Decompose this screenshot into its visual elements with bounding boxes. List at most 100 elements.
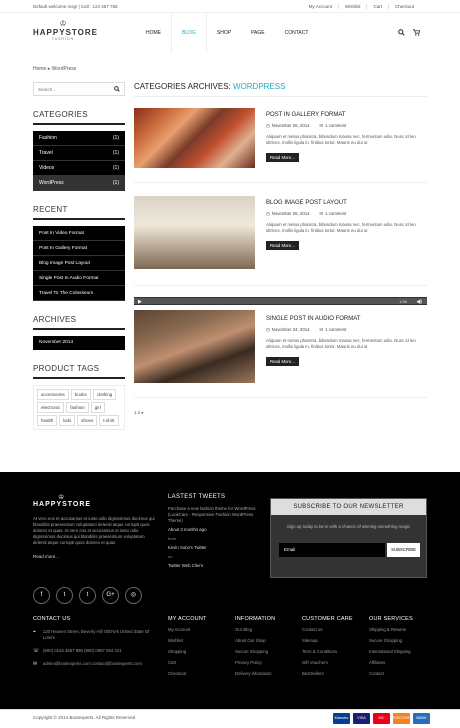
cart-link[interactable]: Cart <box>366 4 388 9</box>
read-more-button[interactable]: Read More... <box>266 153 299 162</box>
footer-link[interactable]: Cart <box>168 660 207 666</box>
tweet-client[interactable]: Twitter Web Client <box>168 563 260 569</box>
tag[interactable]: books <box>70 389 91 400</box>
discover-icon: DISCOVER <box>393 713 413 724</box>
search-icon[interactable] <box>114 86 120 94</box>
newsletter-subtitle: Sign up today to be in with a chance of … <box>286 524 411 529</box>
post-comments[interactable]: ✉ 1 comment <box>320 123 347 129</box>
my-account-link[interactable]: My Account <box>303 4 338 9</box>
footer-read-more[interactable]: Read more... <box>33 554 59 559</box>
footer-link[interactable]: Shopping <box>168 649 207 655</box>
dribbble-icon[interactable]: ◎ <box>125 587 142 604</box>
site-logo[interactable]: ♔ HAPPYSTORE FASHION <box>33 20 97 46</box>
footer-link[interactable]: My Account <box>168 627 207 633</box>
wishlist-link[interactable]: Wishlist <box>337 4 367 9</box>
footer-link[interactable]: Contact us <box>302 627 353 633</box>
checkout-link[interactable]: Checkout <box>387 4 420 9</box>
footer-link[interactable]: Secure Shopping <box>369 638 413 644</box>
nav-contact[interactable]: CONTACT <box>275 13 319 53</box>
category-item-videos[interactable]: Videos (1) <box>33 161 125 176</box>
post-meta: ◷ November 24, 2014 ✉ 1 comment <box>266 327 427 333</box>
email-input[interactable]: Email <box>279 543 386 557</box>
tweet-author[interactable]: Kevin Sobo's Twitter <box>168 545 260 551</box>
audio-player[interactable]: ▶ 1:56 ◀) <box>134 297 427 305</box>
play-icon[interactable]: ▶ <box>138 299 142 305</box>
footer-link[interactable]: Checkout <box>168 671 207 677</box>
recent-item[interactable]: Blog Image Post Layout <box>33 256 125 271</box>
tag[interactable]: health <box>37 415 58 426</box>
tag[interactable]: t-shirt <box>99 415 119 426</box>
post-image[interactable] <box>134 310 255 383</box>
post-title[interactable]: POST IN GALLERY FORMAT <box>266 112 427 118</box>
footer-link[interactable]: Shipping & Returns <box>369 627 413 633</box>
archives-title: ARCHIVES <box>33 315 125 330</box>
tag[interactable]: shoes <box>77 415 98 426</box>
footer-link[interactable]: Privacy Policy <box>235 660 275 666</box>
tweet-text: Purchase a new fashion theme for WordPre… <box>168 506 256 523</box>
tweet-when[interactable]: About 3 months ago <box>168 527 260 533</box>
search-icon[interactable] <box>398 29 405 38</box>
post-image[interactable] <box>134 196 255 269</box>
top-links: My Account Wishlist Cart Checkout <box>303 4 420 9</box>
nav-home[interactable]: HOME <box>136 13 171 53</box>
breadcrumb[interactable]: Home ▸ WordPress <box>33 66 76 72</box>
header-icons <box>398 29 421 38</box>
read-more-button[interactable]: Read More... <box>266 357 299 366</box>
column-title: INFORMATION <box>235 616 276 622</box>
tweets-title: LASTEST TWEETS <box>168 494 226 500</box>
footer-link[interactable]: Sitemap <box>302 638 353 644</box>
tag[interactable]: fashion <box>66 402 89 413</box>
recent-item[interactable]: Post In Gallery Format <box>33 241 125 256</box>
recent-item[interactable]: Post In Video Format <box>33 226 125 241</box>
footer-link[interactable]: Secure Shopping <box>235 649 275 655</box>
post-image[interactable] <box>134 108 255 168</box>
read-more-button[interactable]: Read More... <box>266 241 299 250</box>
tag[interactable]: clothing <box>92 389 117 400</box>
archive-item[interactable]: November 2014 <box>33 336 125 350</box>
category-item-fashion[interactable]: Fashion (1) <box>33 131 125 146</box>
facebook-icon[interactable]: f <box>33 587 50 604</box>
clock-icon: ◷ <box>266 327 270 332</box>
nav-blog[interactable]: BLOG <box>171 13 207 53</box>
pagination[interactable]: 1 2 ▸ <box>134 410 144 416</box>
footer-link[interactable]: Wishlist <box>168 638 207 644</box>
category-item-travel[interactable]: Travel (1) <box>33 146 125 161</box>
nav-page[interactable]: PAGE <box>241 13 275 53</box>
tag[interactable]: accessories <box>37 389 69 400</box>
footer-logo[interactable]: ♔ HAPPYSTORE <box>33 494 91 508</box>
twitter-icon[interactable]: t <box>56 587 73 604</box>
tag[interactable]: electronic <box>37 402 65 413</box>
footer-link[interactable]: Gift Vouchers <box>302 660 353 666</box>
footer-link[interactable]: International Shipping <box>369 649 413 655</box>
post-comments[interactable]: ✉ 1 comment <box>320 327 347 333</box>
footer-link[interactable]: BestSellers <box>302 671 353 677</box>
footer-link[interactable]: Our Blog <box>235 627 275 633</box>
category-name: WordPress <box>39 180 64 186</box>
top-bar: Default welcome msg! | Call : 124 457 75… <box>0 0 460 13</box>
category-count: (1) <box>112 135 119 141</box>
google-plus-icon[interactable]: G+ <box>102 587 119 604</box>
cart-icon[interactable] <box>413 29 421 38</box>
phone-icon: ☏ <box>33 648 40 654</box>
tumblr-icon[interactable]: t <box>79 587 96 604</box>
copyright: Copyright © 2014 Bootexperts. All Rights… <box>33 715 136 720</box>
post-title[interactable]: BLOG IMAGE POST LAYOUT <box>266 200 427 206</box>
volume-icon[interactable]: ◀) <box>416 299 422 305</box>
post-comments[interactable]: ✉ 1 comment <box>320 211 347 217</box>
search-input[interactable]: Search... <box>33 82 125 96</box>
tag[interactable]: girl <box>90 402 105 413</box>
footer-link[interactable]: Contact <box>369 671 413 677</box>
tag[interactable]: kids <box>59 415 76 426</box>
recent-item[interactable]: Single Post In Audio Format <box>33 271 125 286</box>
nav-shop[interactable]: SHOP <box>207 13 241 53</box>
footer-link[interactable]: Term & Conditions <box>302 649 353 655</box>
footer-link[interactable]: Affiliates <box>369 660 413 666</box>
footer-link[interactable]: Delivery infomation <box>235 671 275 677</box>
category-item-wordpress[interactable]: WordPress (1) <box>33 176 125 191</box>
post-title[interactable]: SINGLE POST IN AUDIO FORMAT <box>266 316 427 322</box>
contact-email[interactable]: admin@bootexperts.com contact@bootexpert… <box>43 661 142 667</box>
divider <box>134 397 427 398</box>
recent-item[interactable]: Travel To The Colosseum <box>33 286 125 301</box>
subscribe-button[interactable]: SUBSCRIBE <box>387 543 420 557</box>
footer-link[interactable]: About Our Shop <box>235 638 275 644</box>
